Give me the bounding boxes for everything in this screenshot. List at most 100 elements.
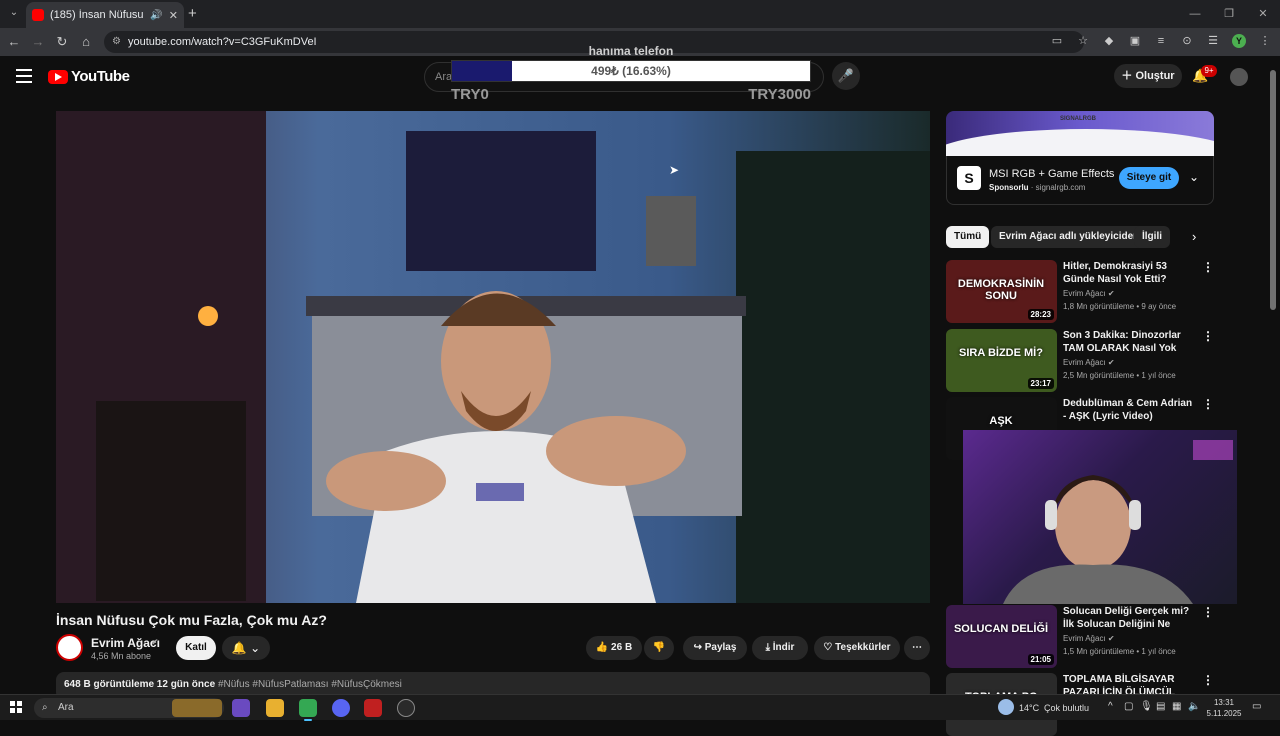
close-window-icon[interactable]: ✕: [1246, 0, 1280, 28]
notification-center-icon[interactable]: ▭: [1252, 701, 1261, 712]
browser-tab-strip: ⌄ (185) İnsan Nüfusu Çok mu 🔊 ✕ + — ❐ ✕: [0, 0, 1280, 28]
weather-cloud-icon[interactable]: [998, 699, 1014, 715]
windows-start-icon[interactable]: [10, 701, 22, 713]
obs-icon[interactable]: [397, 699, 415, 717]
reading-list-icon[interactable]: ☰: [1206, 34, 1220, 48]
ad-title[interactable]: MSI RGB + Game Effects: [989, 168, 1114, 180]
channel-name[interactable]: Evrim Ağacı: [91, 636, 160, 650]
recommendation-channel[interactable]: Evrim Ağacı ✔: [1063, 289, 1115, 298]
tray-app-icon[interactable]: ▢: [1124, 701, 1133, 712]
filter-chip[interactable]: Evrim Ağacı adlı yükleyiciden: [991, 226, 1148, 248]
page-scrollbar[interactable]: [1270, 70, 1276, 310]
filter-chip[interactable]: İlgili: [1134, 226, 1170, 248]
donation-max-label: TRY3000: [748, 86, 811, 103]
join-button[interactable]: Katıl: [176, 636, 216, 660]
discord-icon[interactable]: [332, 699, 350, 717]
recommendation-item[interactable]: SIRA BİZDE Mİ? 23:17 Son 3 Dakika: Dinozor…: [946, 329, 1214, 392]
account-avatar[interactable]: [1230, 68, 1248, 86]
forward-icon[interactable]: →: [30, 34, 46, 50]
create-button[interactable]: ＋ Oluştur: [1114, 64, 1182, 88]
verified-check-icon: ✔: [151, 637, 159, 647]
profile-avatar[interactable]: Y: [1232, 34, 1246, 48]
chrome-icon[interactable]: [299, 699, 317, 721]
volume-icon[interactable]: 🔈: [1188, 701, 1200, 712]
video-duration: 28:23: [1027, 309, 1054, 320]
more-actions-icon[interactable]: ⋯: [904, 636, 930, 660]
like-button[interactable]: 👍 26 B: [586, 636, 642, 660]
audio-playing-icon[interactable]: 🔊: [150, 10, 162, 21]
menu-hamburger-icon[interactable]: [16, 69, 32, 83]
network-icon[interactable]: ▦: [1172, 701, 1181, 712]
more-options-icon[interactable]: ⋮: [1202, 673, 1214, 687]
browser-tab[interactable]: (185) İnsan Nüfusu Çok mu 🔊 ✕: [26, 2, 184, 28]
filter-chip[interactable]: Tümü: [946, 226, 990, 248]
recommendation-thumbnail[interactable]: DEMOKRASİNİN SONU 28:23: [946, 260, 1057, 323]
recommendation-thumbnail[interactable]: SIRA BİZDE Mİ? 23:17: [946, 329, 1057, 392]
system-clock[interactable]: 13:31 5.11.2025: [1204, 697, 1244, 719]
share-arrow-icon: ↪: [693, 642, 702, 653]
tab-search-icon[interactable]: ⌄: [6, 5, 22, 21]
chevron-right-icon[interactable]: ›: [1192, 229, 1196, 244]
recommendation-title[interactable]: Son 3 Dakika: Dinozorlar TAM OLARAK Nası…: [1063, 329, 1198, 355]
recommendation-thumbnail[interactable]: SOLUCAN DELİĞİ 21:05: [946, 605, 1057, 668]
visit-site-button[interactable]: Siteye git: [1119, 167, 1179, 189]
minimize-icon[interactable]: —: [1178, 0, 1212, 28]
media-controls-icon[interactable]: ≡: [1154, 34, 1168, 48]
maximize-icon[interactable]: ❐: [1212, 0, 1246, 28]
extensions-puzzle-icon[interactable]: ▣: [1128, 34, 1142, 48]
browser-menu-icon[interactable]: ⋮: [1258, 34, 1272, 48]
browser-toolbar: ▭ ☆ ◆ ▣ ≡ ⊙ ☰ Y ⋮: [1050, 34, 1272, 48]
url-text: youtube.com/watch?v=C3GFuKmDVeI: [128, 36, 317, 48]
downloads-icon[interactable]: ⊙: [1180, 34, 1194, 48]
donation-goal-title: hanıma telefon: [588, 44, 674, 58]
subscriber-count: 4,56 Mn abone: [91, 651, 152, 661]
recommendation-title[interactable]: Hitler, Demokrasiyi 53 Günde Nasıl Yok E…: [1063, 260, 1198, 286]
video-player[interactable]: ➤: [56, 111, 930, 603]
signalrgb-logo-icon: S: [957, 166, 981, 190]
video-duration: 21:05: [1027, 654, 1054, 665]
download-button[interactable]: ⤓ İndir: [752, 636, 808, 660]
recommendation-title[interactable]: Dedublüman & Cem Adrian - AŞK (Lyric Vid…: [1063, 397, 1198, 423]
microphone-icon[interactable]: 🎙: [1140, 701, 1153, 712]
video-frame: [56, 111, 930, 603]
youtube-logo[interactable]: YouTube: [48, 68, 130, 85]
file-explorer-icon[interactable]: [266, 699, 284, 717]
home-icon[interactable]: ⌂: [78, 34, 94, 50]
site-info-icon[interactable]: ⚙: [112, 31, 121, 53]
more-options-icon[interactable]: ⋮: [1202, 329, 1214, 343]
video-duration: 23:17: [1027, 378, 1054, 389]
new-tab-icon[interactable]: +: [188, 5, 197, 22]
back-icon[interactable]: ←: [6, 34, 22, 50]
close-tab-icon[interactable]: ✕: [169, 9, 178, 22]
hashtags[interactable]: #Nüfus #NüfusPatlaması #NüfusÇökmesi: [218, 679, 402, 690]
copilot-icon[interactable]: [232, 699, 250, 717]
reload-icon[interactable]: ↻: [54, 34, 70, 50]
create-label: Oluştur: [1135, 70, 1175, 82]
channel-avatar[interactable]: [56, 634, 83, 661]
app-icon[interactable]: [364, 699, 382, 717]
recommendation-channel-name: Evrim Ağacı: [1063, 358, 1106, 367]
dislike-button[interactable]: 👎: [644, 636, 674, 660]
recommendation-channel[interactable]: Evrim Ağacı ✔: [1063, 634, 1115, 643]
recommendation-meta: 1,8 Mn görüntüleme • 9 ay önce: [1063, 302, 1177, 311]
more-options-icon[interactable]: ⋮: [1202, 260, 1214, 274]
cast-icon[interactable]: ▭: [1050, 34, 1064, 48]
subscription-bell-button[interactable]: 🔔 ⌄: [222, 636, 270, 660]
more-options-icon[interactable]: ⋮: [1202, 397, 1214, 411]
recommendation-item[interactable]: SOLUCAN DELİĞİ 21:05 Solucan Deliği Gerçek…: [946, 605, 1214, 668]
widgets-icon[interactable]: [172, 699, 222, 717]
voice-search-mic-icon[interactable]: 🎤: [832, 62, 860, 90]
bookmark-star-icon[interactable]: ☆: [1076, 34, 1090, 48]
more-options-icon[interactable]: ⋮: [1202, 605, 1214, 619]
recommendation-title[interactable]: Solucan Deliği Gerçek mi? İlk Solucan De…: [1063, 605, 1198, 631]
tray-device-icon[interactable]: ▤: [1156, 701, 1165, 712]
share-button[interactable]: ↪ Paylaş: [683, 636, 747, 660]
chevron-down-icon[interactable]: ⌄: [1189, 170, 1199, 184]
thanks-button[interactable]: ♡ Teşekkürler: [814, 636, 900, 660]
window-controls: — ❐ ✕: [1178, 0, 1280, 28]
recommendation-item[interactable]: DEMOKRASİNİN SONU 28:23 Hitler, Demokrasiy…: [946, 260, 1214, 323]
extension-diamond-icon[interactable]: ◆: [1102, 34, 1116, 48]
notification-count-badge: 9+: [1201, 65, 1217, 77]
tray-chevron-icon[interactable]: ^: [1108, 701, 1113, 712]
recommendation-channel[interactable]: Evrim Ağacı ✔: [1063, 358, 1115, 367]
